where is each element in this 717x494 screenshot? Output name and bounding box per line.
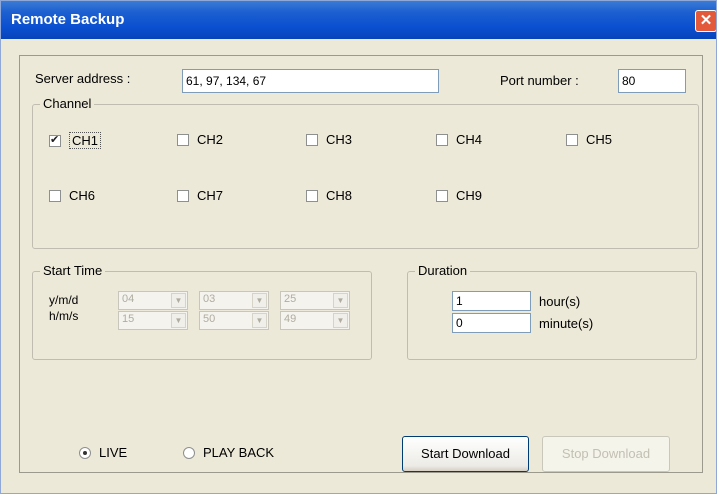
- chevron-down-icon[interactable]: ▼: [171, 293, 186, 308]
- start-year-value: 04: [122, 293, 135, 305]
- playback-radio[interactable]: PLAY BACK: [183, 445, 274, 460]
- ch6-label: CH6: [69, 188, 96, 203]
- chevron-down-icon[interactable]: ▼: [252, 293, 267, 308]
- ch8-checkbox[interactable]: CH8: [306, 188, 352, 203]
- ch8-check-box[interactable]: [306, 189, 318, 202]
- ch5-check-box[interactable]: [566, 133, 578, 146]
- ch3-check-box[interactable]: [306, 133, 318, 146]
- ch1-label: CH1: [69, 132, 102, 149]
- close-button[interactable]: ✕: [695, 10, 716, 32]
- hours-unit-label: hour(s): [539, 294, 581, 309]
- ch1-checkbox[interactable]: CH1: [49, 132, 102, 149]
- ch1-check-box[interactable]: [49, 133, 61, 147]
- live-label: LIVE: [99, 445, 128, 460]
- server-address-label: Server address :: [35, 71, 131, 86]
- duration-minutes-input[interactable]: [452, 313, 531, 333]
- start-year-select[interactable]: 04 ▼: [118, 291, 188, 310]
- playback-radio-dot[interactable]: [183, 446, 195, 459]
- ch9-label: CH9: [456, 188, 483, 203]
- start-day-value: 25: [284, 293, 297, 305]
- ch2-check-box[interactable]: [177, 133, 189, 146]
- ch3-label: CH3: [326, 132, 353, 147]
- ch5-checkbox[interactable]: CH5: [566, 132, 612, 147]
- ch5-label: CH5: [586, 132, 613, 147]
- window-title: Remote Backup: [11, 11, 125, 28]
- chevron-down-icon[interactable]: ▼: [252, 313, 267, 328]
- date-format-label: y/m/d: [49, 293, 79, 307]
- start-hour-select[interactable]: 15 ▼: [118, 311, 188, 330]
- server-address-input[interactable]: [182, 69, 439, 93]
- title-bar: Remote Backup ✕: [1, 1, 716, 39]
- live-radio-dot[interactable]: [79, 446, 91, 459]
- live-radio[interactable]: LIVE: [79, 445, 127, 460]
- ch8-label: CH8: [326, 188, 353, 203]
- ch2-checkbox[interactable]: CH2: [177, 132, 223, 147]
- start-second-select[interactable]: 49 ▼: [280, 311, 350, 330]
- playback-label: PLAY BACK: [203, 445, 275, 460]
- ch3-checkbox[interactable]: CH3: [306, 132, 352, 147]
- start-minute-value: 50: [203, 313, 216, 325]
- duration-hours-input[interactable]: [452, 291, 531, 311]
- time-format-label: h/m/s: [49, 309, 79, 323]
- ch7-label: CH7: [197, 188, 224, 203]
- start-day-select[interactable]: 25 ▼: [280, 291, 350, 310]
- stop-download-button[interactable]: Stop Download: [542, 436, 670, 472]
- ch6-checkbox[interactable]: CH6: [49, 188, 95, 203]
- remote-backup-window: Remote Backup ✕ Server address : Port nu…: [0, 0, 717, 494]
- ch4-checkbox[interactable]: CH4: [436, 132, 482, 147]
- start-download-button[interactable]: Start Download: [402, 436, 529, 472]
- start-month-select[interactable]: 03 ▼: [199, 291, 269, 310]
- start-hour-value: 15: [122, 313, 135, 325]
- ch4-check-box[interactable]: [436, 133, 448, 146]
- ch9-check-box[interactable]: [436, 189, 448, 202]
- ch7-checkbox[interactable]: CH7: [177, 188, 223, 203]
- start-minute-select[interactable]: 50 ▼: [199, 311, 269, 330]
- start-time-legend: Start Time: [40, 263, 106, 278]
- duration-legend: Duration: [415, 263, 471, 278]
- start-month-value: 03: [203, 293, 216, 305]
- ch6-check-box[interactable]: [49, 189, 61, 202]
- ch4-label: CH4: [456, 132, 483, 147]
- chevron-down-icon[interactable]: ▼: [333, 293, 348, 308]
- channel-legend: Channel: [40, 96, 95, 111]
- ch9-checkbox[interactable]: CH9: [436, 188, 482, 203]
- chevron-down-icon[interactable]: ▼: [333, 313, 348, 328]
- ch2-label: CH2: [197, 132, 224, 147]
- channel-group: [32, 104, 699, 249]
- start-second-value: 49: [284, 313, 297, 325]
- chevron-down-icon[interactable]: ▼: [171, 313, 186, 328]
- ch7-check-box[interactable]: [177, 189, 189, 202]
- minutes-unit-label: minute(s): [539, 316, 594, 331]
- port-number-label: Port number :: [500, 73, 579, 88]
- port-number-input[interactable]: [618, 69, 686, 93]
